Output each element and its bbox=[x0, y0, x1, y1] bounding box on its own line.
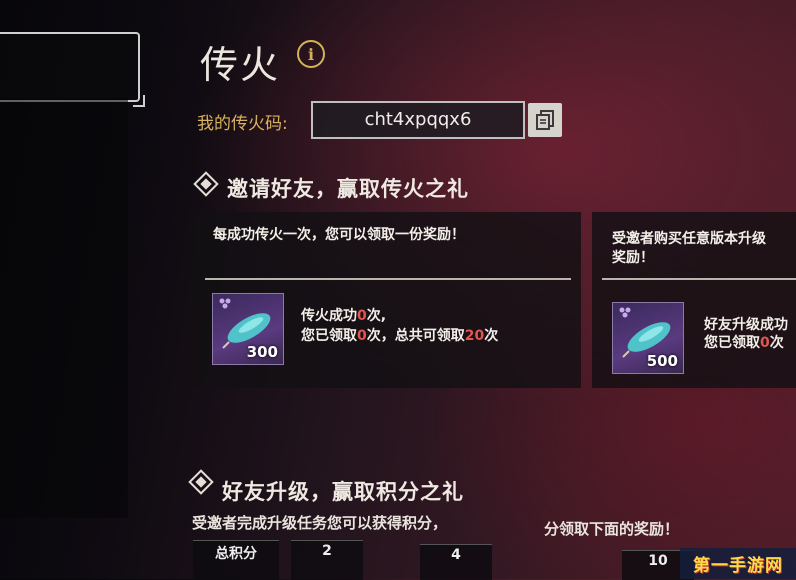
success-count-line: 传火成功0次, bbox=[301, 308, 387, 324]
reward-quantity: 300 bbox=[246, 343, 278, 361]
diamond-icon bbox=[193, 171, 219, 197]
site-watermark-logo: 第一手游网 bbox=[680, 548, 796, 579]
upgrade-section-title: 好友升级，赢取积分之礼 bbox=[222, 480, 464, 504]
total-points-label: 总积分 bbox=[215, 546, 257, 562]
milestone-value: 2 bbox=[322, 543, 332, 559]
claimed-count-line: 您已领取0次，总共可领取20次 bbox=[301, 328, 499, 344]
total-points-cell: 总积分 bbox=[193, 540, 279, 580]
diamond-icon bbox=[188, 469, 214, 495]
invite-code-field[interactable]: cht4xpqqx6 bbox=[311, 101, 525, 139]
reward-item[interactable]: 500 bbox=[612, 302, 684, 374]
divider bbox=[602, 278, 796, 280]
success-count-line: 好友升级成功 bbox=[704, 317, 788, 333]
reward-item[interactable]: 300 bbox=[212, 293, 284, 365]
copy-button[interactable] bbox=[528, 103, 562, 137]
code-label: 我的传火码: bbox=[197, 114, 288, 134]
upgrade-description: 受邀者完成升级任务您可以获得积分， bbox=[192, 514, 448, 532]
sidebar-panel[interactable] bbox=[0, 32, 145, 107]
invite-section-title: 邀请好友，赢取传火之礼 bbox=[227, 177, 469, 201]
sidebar-area bbox=[0, 98, 128, 518]
card-description: 每成功传火一次，您可以领取一份奖励！ bbox=[213, 227, 465, 243]
claimed-count-line: 您已领取0次 bbox=[704, 335, 784, 351]
milestone-cell[interactable]: 4 bbox=[420, 544, 492, 580]
info-icon[interactable]: i bbox=[297, 40, 325, 68]
milestone-cell[interactable]: 2 bbox=[291, 540, 363, 580]
page-title: 传火 bbox=[200, 43, 281, 87]
reward-card: 每成功传火一次，您可以领取一份奖励！ 300 传火成功0次, 您已领取0次，总共… bbox=[195, 212, 581, 388]
reward-card: 受邀者购买任意版本升级 奖励！ 500 好友升级成功 您已领取0次 bbox=[592, 212, 796, 388]
copy-icon bbox=[536, 110, 554, 130]
card-description: 受邀者购买任意版本升级 bbox=[612, 231, 766, 247]
milestone-value: 4 bbox=[451, 547, 461, 563]
card-description-line2: 奖励！ bbox=[612, 250, 654, 266]
upgrade-description-end: 分领取下面的奖励！ bbox=[544, 520, 680, 538]
divider bbox=[205, 278, 571, 280]
reward-quantity: 500 bbox=[646, 352, 678, 370]
